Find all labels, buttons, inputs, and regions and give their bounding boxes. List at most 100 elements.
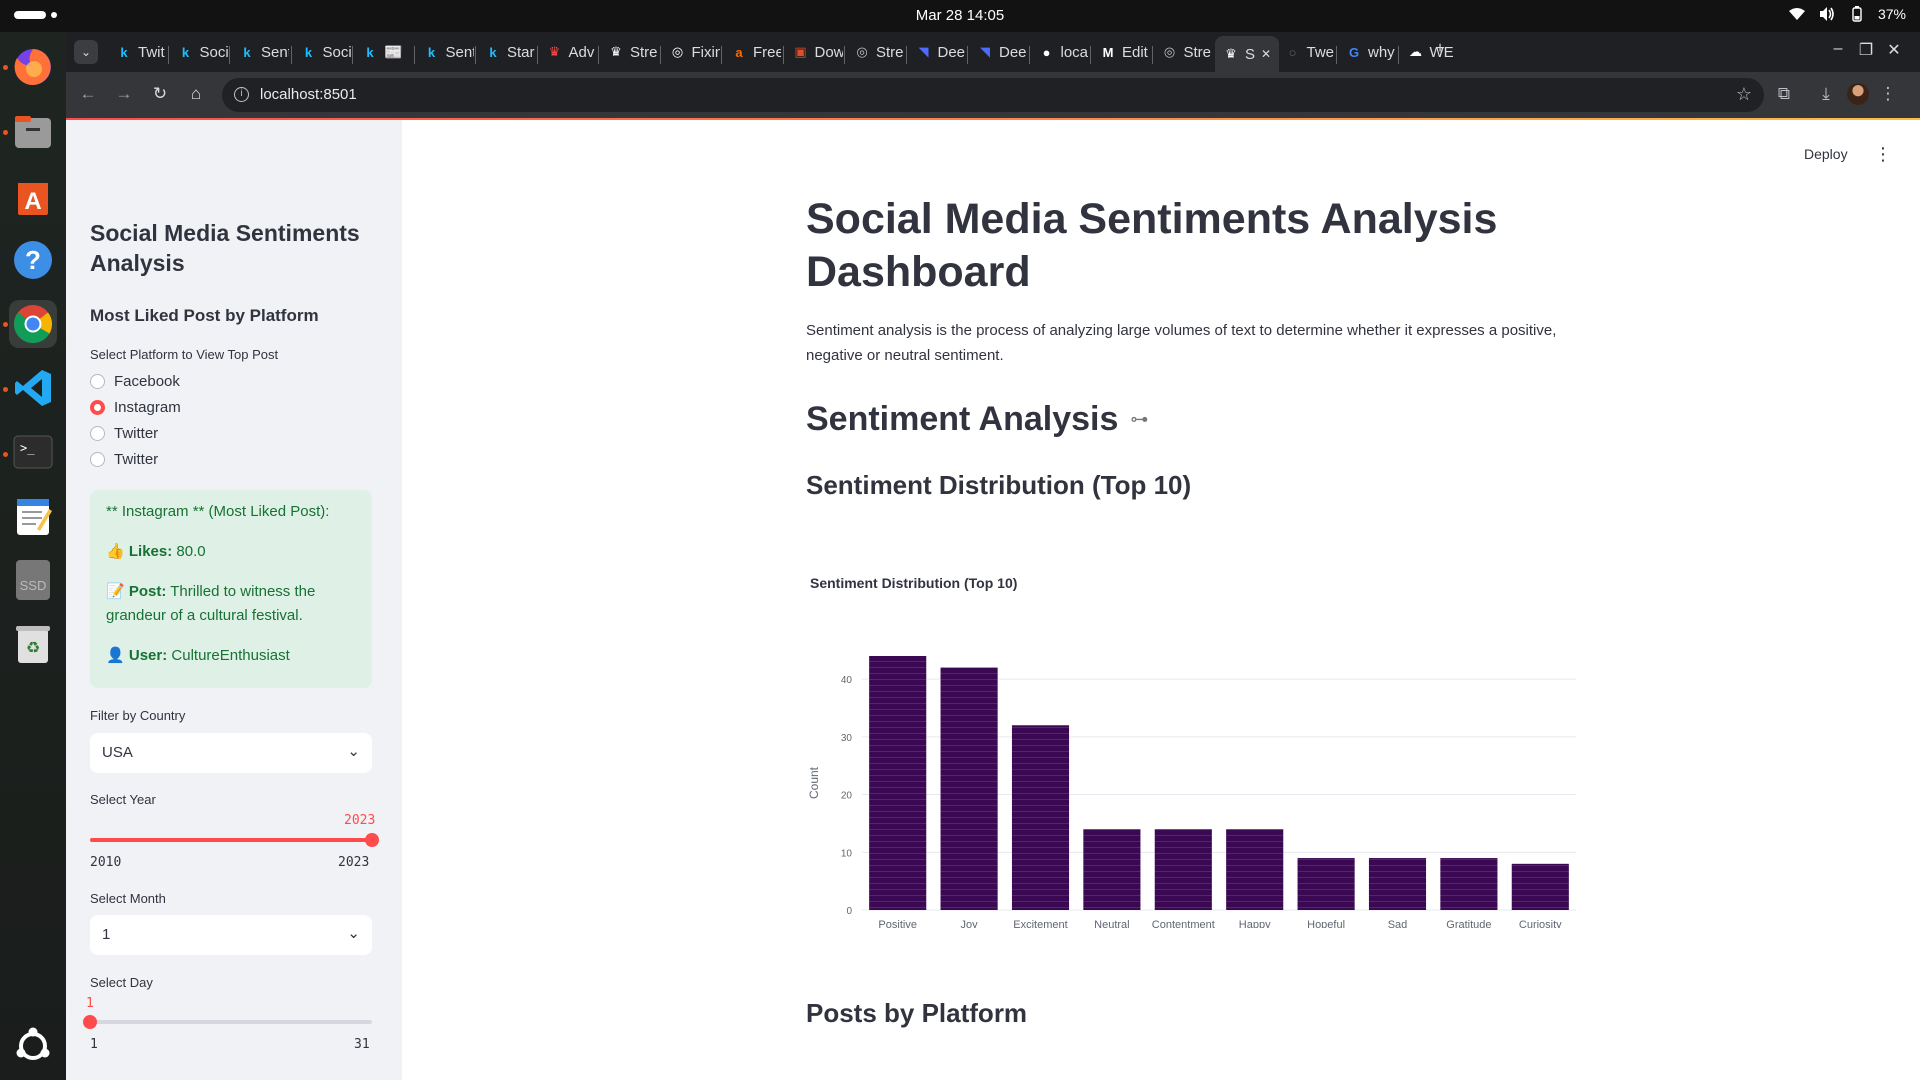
country-select[interactable]: USA ⌄ bbox=[90, 733, 372, 773]
maximize-button[interactable]: ❐ bbox=[1854, 40, 1878, 60]
sentiment-bar-chart[interactable]: Sentiment Distribution (Top 10) 0 10 20 30 40… bbox=[806, 548, 1586, 928]
minimize-button[interactable]: – bbox=[1826, 40, 1850, 58]
tab-search-button[interactable]: ⌄ bbox=[74, 40, 98, 64]
chrome-icon[interactable] bbox=[9, 300, 57, 348]
close-window-button[interactable]: ✕ bbox=[1882, 40, 1906, 60]
text-editor-icon[interactable] bbox=[9, 492, 57, 540]
platform-radio-option[interactable]: Twitter bbox=[90, 425, 158, 442]
chart-bar[interactable] bbox=[1154, 829, 1212, 910]
year-slider[interactable] bbox=[90, 833, 379, 847]
browser-tab[interactable]: k Soci bbox=[293, 38, 351, 66]
wifi-icon[interactable] bbox=[1788, 5, 1806, 23]
help-icon[interactable]: ? bbox=[9, 236, 57, 284]
site-info-icon[interactable]: i bbox=[234, 87, 249, 102]
svg-text:>_: >_ bbox=[20, 441, 35, 455]
forward-button[interactable]: → bbox=[112, 84, 136, 104]
radio-button[interactable] bbox=[90, 374, 105, 389]
address-bar[interactable]: i localhost:8501 ☆ bbox=[222, 78, 1764, 112]
deploy-button[interactable]: Deploy bbox=[1804, 146, 1848, 162]
close-tab-icon[interactable]: ✕ bbox=[1261, 47, 1271, 61]
tab-favicon-icon: ◎ bbox=[1163, 44, 1176, 59]
chart-bar[interactable] bbox=[1368, 858, 1427, 910]
browser-tab[interactable]: ♛ Stre bbox=[600, 38, 658, 66]
chart-bar[interactable] bbox=[1511, 863, 1569, 910]
terminal-icon[interactable]: >_ bbox=[9, 428, 57, 476]
url-text[interactable]: localhost:8501 bbox=[260, 86, 357, 103]
back-button[interactable]: ← bbox=[76, 84, 100, 104]
browser-tab[interactable]: ○ Twe bbox=[1277, 38, 1335, 66]
chart-bar[interactable] bbox=[940, 667, 998, 910]
files-icon[interactable] bbox=[9, 108, 57, 156]
browser-tab[interactable]: ♛ Adv bbox=[539, 38, 597, 66]
chart-bar[interactable] bbox=[1226, 829, 1284, 910]
chart-bar[interactable] bbox=[1297, 858, 1355, 910]
chart-bar[interactable] bbox=[1440, 858, 1498, 910]
system-tray[interactable]: 37% bbox=[1788, 5, 1906, 23]
software-store-icon[interactable]: A bbox=[9, 172, 57, 220]
browser-tab[interactable]: ◥ Dee bbox=[969, 38, 1027, 66]
radio-button[interactable] bbox=[90, 400, 105, 415]
year-slider-thumb[interactable] bbox=[365, 833, 379, 847]
tab-separator bbox=[782, 46, 784, 64]
browser-tab[interactable]: M Edit bbox=[1092, 38, 1150, 66]
x-tick-label: Curiosity bbox=[1519, 919, 1562, 928]
chart-bar[interactable] bbox=[1011, 725, 1070, 910]
radio-button[interactable] bbox=[90, 426, 105, 441]
volume-icon[interactable] bbox=[1818, 5, 1836, 23]
chart-bar[interactable] bbox=[1083, 829, 1141, 910]
browser-tab[interactable]: k Star bbox=[477, 38, 535, 66]
home-button[interactable]: ⌂ bbox=[184, 84, 208, 104]
svg-text:A: A bbox=[24, 188, 41, 215]
chart-bar[interactable] bbox=[869, 656, 927, 910]
platform-radio-option[interactable]: Facebook bbox=[90, 373, 180, 390]
profile-avatar[interactable] bbox=[1847, 83, 1869, 105]
browser-tab[interactable]: ◥ Dee bbox=[908, 38, 966, 66]
browser-tab[interactable]: a Free bbox=[723, 38, 781, 66]
tab-favicon-icon: ◎ bbox=[856, 44, 868, 59]
tab-separator bbox=[721, 46, 722, 64]
day-slider[interactable] bbox=[83, 1015, 372, 1029]
running-indicator bbox=[3, 452, 8, 457]
browser-tab[interactable]: ◎ Stre bbox=[1154, 38, 1212, 66]
running-indicator bbox=[3, 130, 8, 135]
y-tick-label: 30 bbox=[841, 733, 853, 744]
browser-tab[interactable]: k Twit bbox=[108, 38, 166, 66]
month-select-value: 1 bbox=[102, 926, 111, 943]
browser-tab[interactable]: k Soci bbox=[170, 38, 228, 66]
platform-radio-option[interactable]: Instagram bbox=[90, 399, 181, 416]
browser-tab[interactable]: Gwhy bbox=[1338, 38, 1396, 66]
main-menu-icon[interactable]: ⋮ bbox=[1874, 144, 1892, 165]
tab-title: Dee bbox=[999, 43, 1027, 61]
browser-tab[interactable]: ▣ Dow bbox=[785, 38, 842, 66]
platform-radio-option[interactable]: Twitter bbox=[90, 451, 158, 468]
tab-title: Stre bbox=[630, 43, 658, 61]
extensions-icon[interactable]: ⧉ bbox=[1772, 84, 1796, 104]
browser-tab[interactable]: ● loca bbox=[1031, 38, 1089, 66]
vscode-icon[interactable] bbox=[9, 364, 57, 412]
x-tick-label: Happy bbox=[1239, 919, 1271, 928]
firefox-icon[interactable] bbox=[9, 43, 57, 91]
browser-tab[interactable]: k Sent bbox=[416, 38, 474, 66]
anchor-link-icon[interactable]: ⊶ bbox=[1130, 409, 1148, 430]
trash-icon[interactable]: ♻ bbox=[9, 620, 57, 668]
y-tick-label: 10 bbox=[841, 848, 853, 859]
month-select[interactable]: 1 ⌄ bbox=[90, 915, 372, 955]
downloads-icon[interactable]: ⤓ bbox=[1814, 84, 1838, 104]
show-apps-icon[interactable] bbox=[9, 1022, 57, 1070]
battery-icon[interactable] bbox=[1848, 5, 1866, 23]
day-slider-thumb[interactable] bbox=[83, 1015, 97, 1029]
radio-button[interactable] bbox=[90, 452, 105, 467]
browser-tab[interactable]: ◎ Fixin bbox=[662, 38, 720, 66]
year-slider-fill bbox=[90, 838, 372, 842]
browser-tab[interactable]: ♛ S ✕ bbox=[1215, 36, 1279, 72]
new-tab-button[interactable]: + bbox=[1428, 40, 1452, 58]
activities-button[interactable] bbox=[14, 11, 46, 19]
browser-menu-icon[interactable]: ⋮ bbox=[1876, 84, 1900, 104]
ssd-drive-icon[interactable]: SSD bbox=[9, 556, 57, 604]
browser-tab[interactable]: k Sent bbox=[231, 38, 289, 66]
browser-tab[interactable]: k 📰 bbox=[354, 38, 412, 66]
reload-button[interactable]: ↻ bbox=[148, 84, 172, 104]
browser-tab[interactable]: ◎ Stre bbox=[846, 38, 904, 66]
clock[interactable]: Mar 28 14:05 bbox=[0, 7, 1920, 24]
bookmark-star-icon[interactable]: ☆ bbox=[1736, 84, 1752, 105]
